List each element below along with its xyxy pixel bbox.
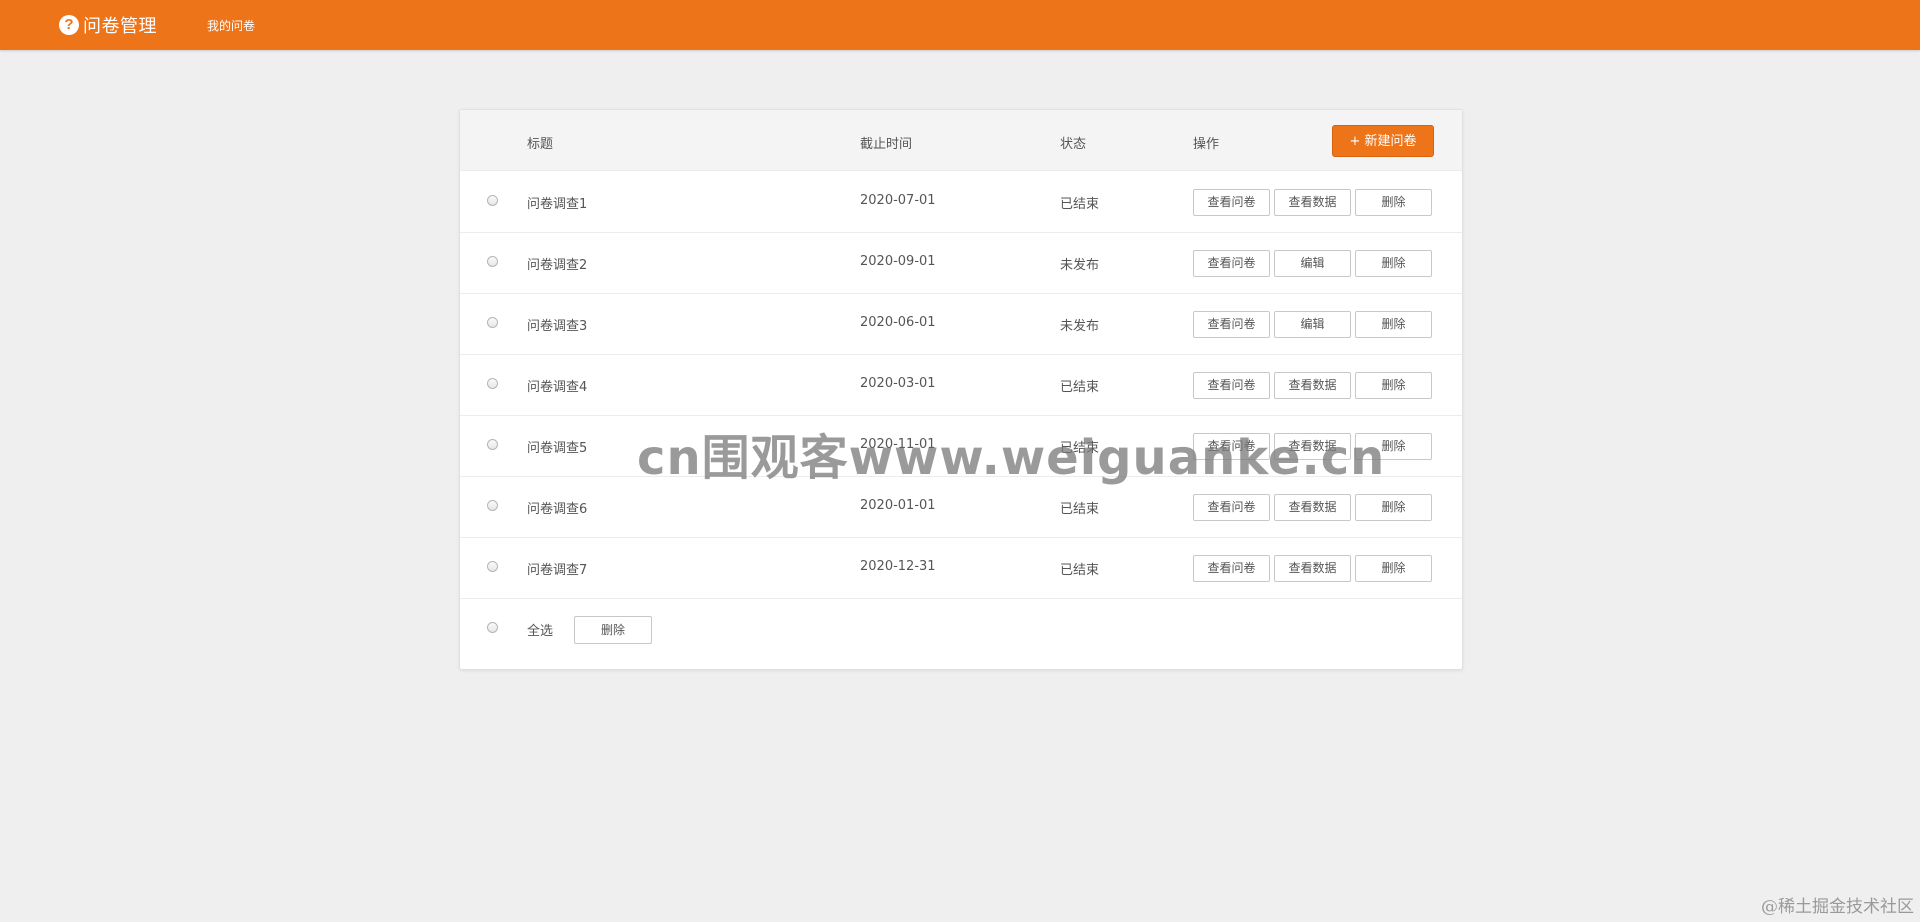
row-title: 问卷调查2 xyxy=(527,258,588,273)
app-logo[interactable]: ? 问卷管理 xyxy=(59,13,157,37)
delete-button[interactable]: 删除 xyxy=(1355,189,1432,216)
bulk-delete-button[interactable]: 删除 xyxy=(574,616,652,644)
delete-button[interactable]: 删除 xyxy=(1355,433,1432,460)
row-deadline: 2020-03-01 xyxy=(860,376,936,391)
table-header: 标题 截止时间 状态 操作 + 新建问卷 xyxy=(460,110,1462,171)
row-title: 问卷调查4 xyxy=(527,380,588,395)
row-status: 已结束 xyxy=(1060,441,1100,456)
header-title: 标题 xyxy=(527,137,554,152)
row-select-radio[interactable] xyxy=(487,561,498,572)
row-status: 已结束 xyxy=(1060,502,1100,517)
row-deadline: 2020-01-01 xyxy=(860,498,936,513)
select-all-radio[interactable] xyxy=(487,622,498,633)
view-survey-button[interactable]: 查看问卷 xyxy=(1193,494,1270,521)
row-status: 未发布 xyxy=(1060,319,1100,334)
view-data-button[interactable]: 查看数据 xyxy=(1274,372,1351,399)
table-row: 问卷调查2 2020-09-01 未发布 查看问卷 编辑 删除 xyxy=(460,232,1462,294)
view-survey-button[interactable]: 查看问卷 xyxy=(1193,372,1270,399)
row-deadline: 2020-11-01 xyxy=(860,437,936,452)
view-survey-button[interactable]: 查看问卷 xyxy=(1193,189,1270,216)
table-row: 问卷调查6 2020-01-01 已结束 查看问卷 查看数据 删除 xyxy=(460,476,1462,538)
table-footer: 全选 删除 xyxy=(460,598,1462,659)
header-deadline: 截止时间 xyxy=(860,137,913,152)
row-deadline: 2020-07-01 xyxy=(860,193,936,208)
view-survey-button[interactable]: 查看问卷 xyxy=(1193,311,1270,338)
delete-button[interactable]: 删除 xyxy=(1355,372,1432,399)
view-data-button[interactable]: 查看数据 xyxy=(1274,189,1351,216)
delete-button[interactable]: 删除 xyxy=(1355,494,1432,521)
header-status: 状态 xyxy=(1060,137,1087,152)
nav-my-surveys[interactable]: 我的问卷 xyxy=(207,17,255,34)
row-select-radio[interactable] xyxy=(487,439,498,450)
row-title: 问卷调查3 xyxy=(527,319,588,334)
row-status: 已结束 xyxy=(1060,563,1100,578)
view-survey-button[interactable]: 查看问卷 xyxy=(1193,555,1270,582)
view-data-button[interactable]: 查看数据 xyxy=(1274,433,1351,460)
header-actions: 操作 xyxy=(1193,137,1220,152)
top-navbar: ? 问卷管理 我的问卷 xyxy=(0,0,1920,50)
row-title: 问卷调查7 xyxy=(527,563,588,578)
row-status: 未发布 xyxy=(1060,258,1100,273)
table-row: 问卷调查5 2020-11-01 已结束 查看问卷 查看数据 删除 xyxy=(460,415,1462,477)
select-all-label: 全选 xyxy=(527,624,554,639)
table-row: 问卷调查7 2020-12-31 已结束 查看问卷 查看数据 删除 xyxy=(460,537,1462,599)
table-row: 问卷调查1 2020-07-01 已结束 查看问卷 查看数据 删除 xyxy=(460,171,1462,233)
corner-watermark: @稀土掘金技术社区 xyxy=(1761,897,1914,917)
row-status: 已结束 xyxy=(1060,197,1100,212)
row-deadline: 2020-12-31 xyxy=(860,559,936,574)
question-circle-icon: ? xyxy=(59,15,79,35)
table-row: 问卷调查4 2020-03-01 已结束 查看问卷 查看数据 删除 xyxy=(460,354,1462,416)
view-data-button[interactable]: 查看数据 xyxy=(1274,555,1351,582)
row-title: 问卷调查5 xyxy=(527,441,588,456)
survey-list-panel: 标题 截止时间 状态 操作 + 新建问卷 问卷调查1 2020-07-01 已结束查… xyxy=(459,109,1463,670)
row-deadline: 2020-09-01 xyxy=(860,254,936,269)
table-row: 问卷调查3 2020-06-01 未发布 查看问卷 编辑 删除 xyxy=(460,293,1462,355)
row-title: 问卷调查6 xyxy=(527,502,588,517)
row-title: 问卷调查1 xyxy=(527,197,588,212)
row-select-radio[interactable] xyxy=(487,256,498,267)
delete-button[interactable]: 删除 xyxy=(1355,250,1432,277)
row-select-radio[interactable] xyxy=(487,317,498,328)
row-select-radio[interactable] xyxy=(487,500,498,511)
delete-button[interactable]: 删除 xyxy=(1355,555,1432,582)
new-survey-button[interactable]: + 新建问卷 xyxy=(1332,125,1434,157)
app-title: 问卷管理 xyxy=(83,16,157,37)
edit-button[interactable]: 编辑 xyxy=(1274,311,1351,338)
row-status: 已结束 xyxy=(1060,380,1100,395)
row-select-radio[interactable] xyxy=(487,378,498,389)
view-survey-button[interactable]: 查看问卷 xyxy=(1193,433,1270,460)
row-select-radio[interactable] xyxy=(487,195,498,206)
view-data-button[interactable]: 查看数据 xyxy=(1274,494,1351,521)
delete-button[interactable]: 删除 xyxy=(1355,311,1432,338)
view-survey-button[interactable]: 查看问卷 xyxy=(1193,250,1270,277)
edit-button[interactable]: 编辑 xyxy=(1274,250,1351,277)
row-deadline: 2020-06-01 xyxy=(860,315,936,330)
